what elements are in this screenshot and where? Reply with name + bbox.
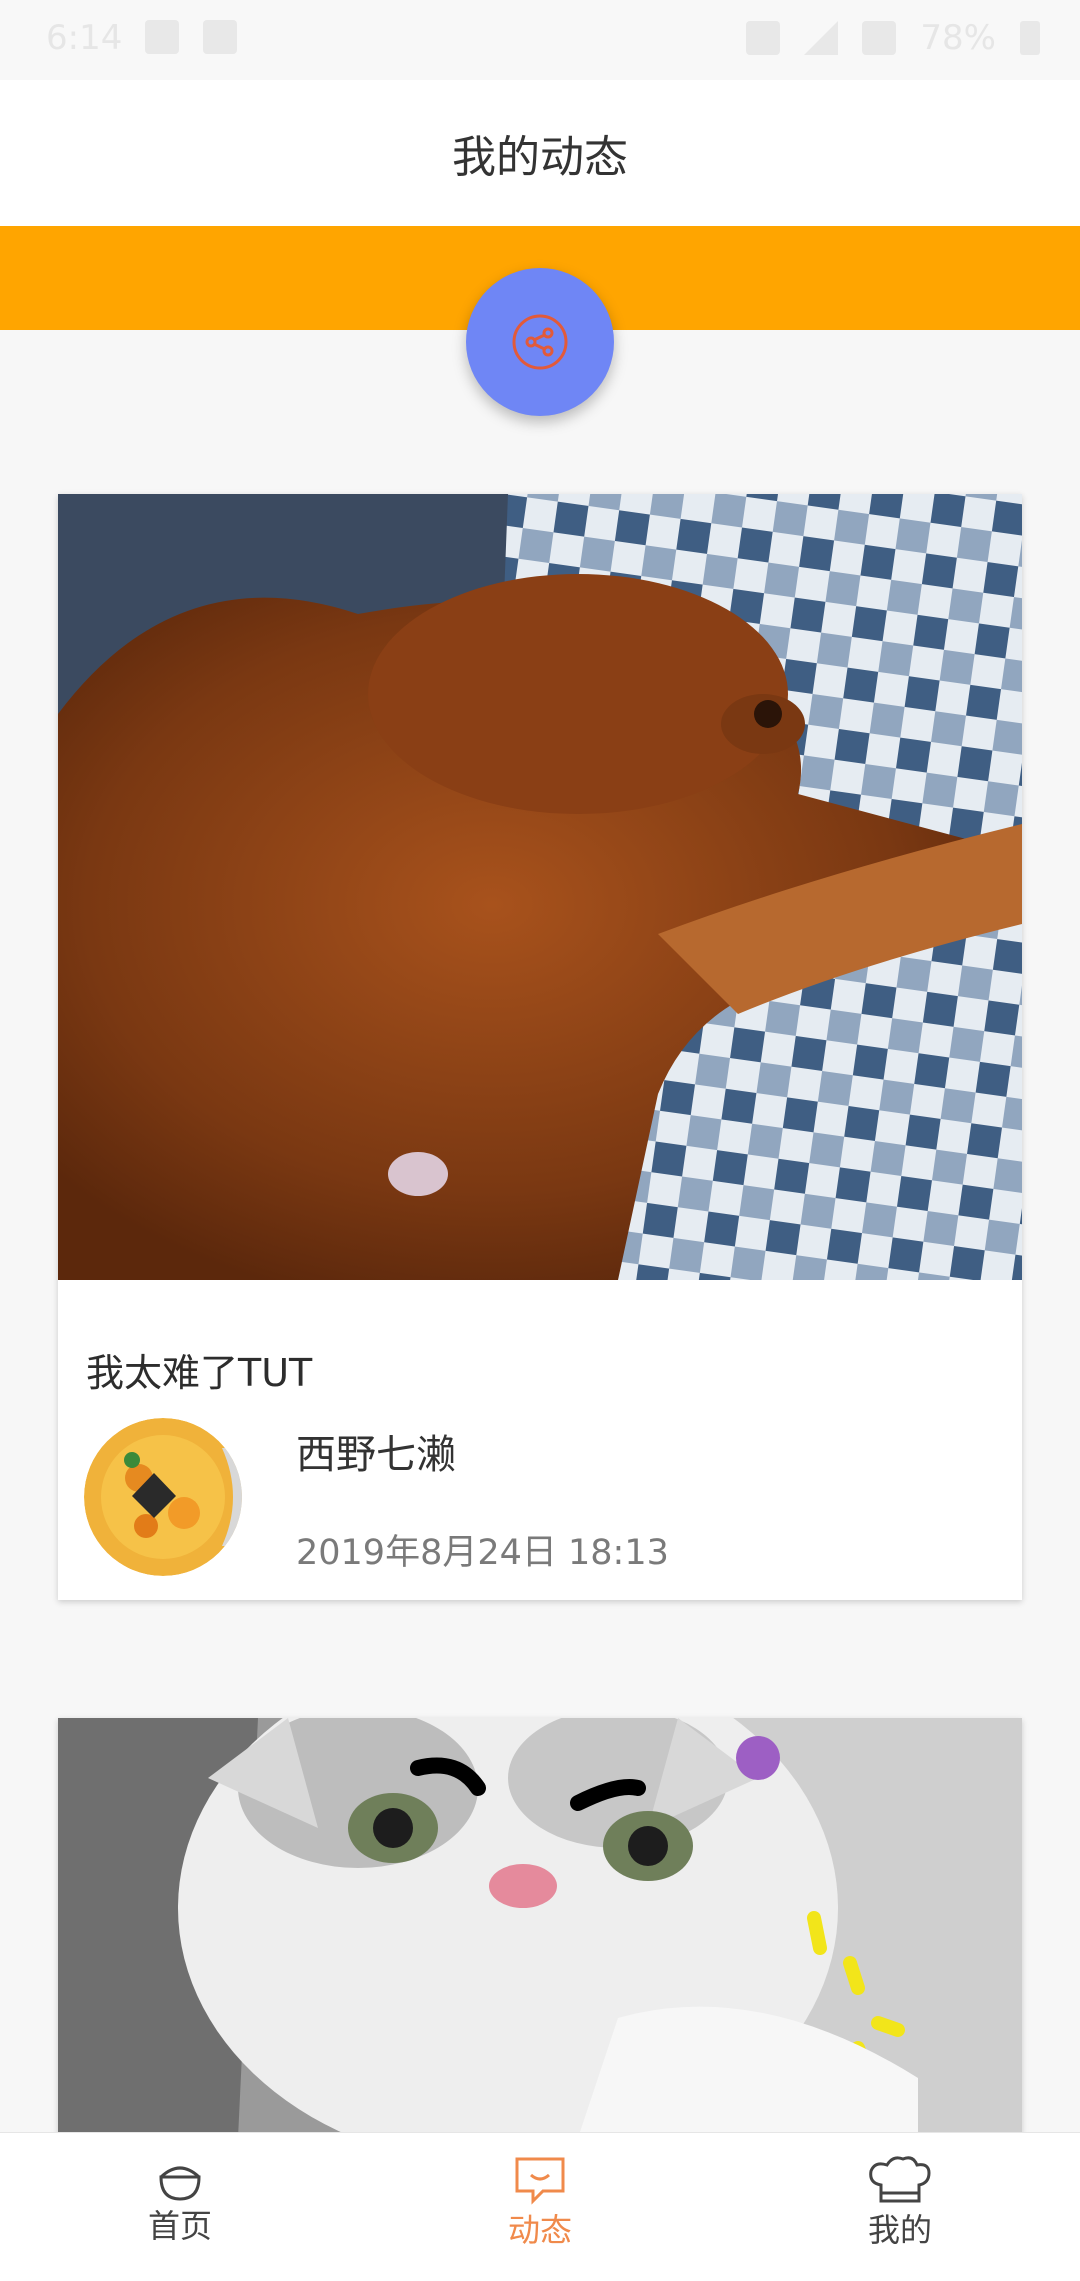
tab-me[interactable]: 我的 (720, 2133, 1080, 2281)
tab-home[interactable]: 首页 (0, 2133, 360, 2281)
dog-photo[interactable] (58, 494, 1022, 1280)
tab-moments[interactable]: 动态 (360, 2133, 720, 2281)
post-text: 我太难了TUT (86, 1351, 313, 1395)
share-button[interactable] (466, 268, 614, 416)
battery-icon (1020, 21, 1040, 55)
chef-hat-icon (869, 2156, 931, 2203)
cat-photo[interactable] (58, 1718, 1022, 2138)
status-bar: 6:14 78% (0, 0, 1080, 80)
status-time: 6:14 (46, 18, 123, 58)
tab-me-label: 我的 (867, 2211, 932, 2249)
share-icon (512, 314, 568, 370)
bowl-icon (159, 2166, 201, 2201)
author-avatar[interactable] (84, 1418, 242, 1576)
wifi-icon (862, 21, 897, 55)
p-icon (203, 20, 237, 54)
post-card[interactable]: 我太难了TUT 西野七濑 2019年8月24日 18:13 (58, 494, 1022, 1600)
vibrate-icon (746, 21, 781, 55)
app-header: 我的动态 (0, 80, 1080, 226)
tab-moments-label: 动态 (507, 2211, 572, 2249)
page-title: 我的动态 (452, 132, 628, 183)
image-icon (145, 20, 179, 54)
post-timestamp: 2019年8月24日 18:13 (296, 1533, 669, 1573)
tab-home-label: 首页 (147, 2207, 212, 2245)
chat-bubble-icon (515, 2157, 565, 2205)
bottom-nav: 首页 动态 我的 (0, 2132, 1080, 2281)
author-name[interactable]: 西野七濑 (296, 1422, 456, 1480)
battery-level: 78% (920, 18, 996, 58)
signal-icon (804, 21, 839, 55)
post-card[interactable] (58, 1718, 1022, 2138)
